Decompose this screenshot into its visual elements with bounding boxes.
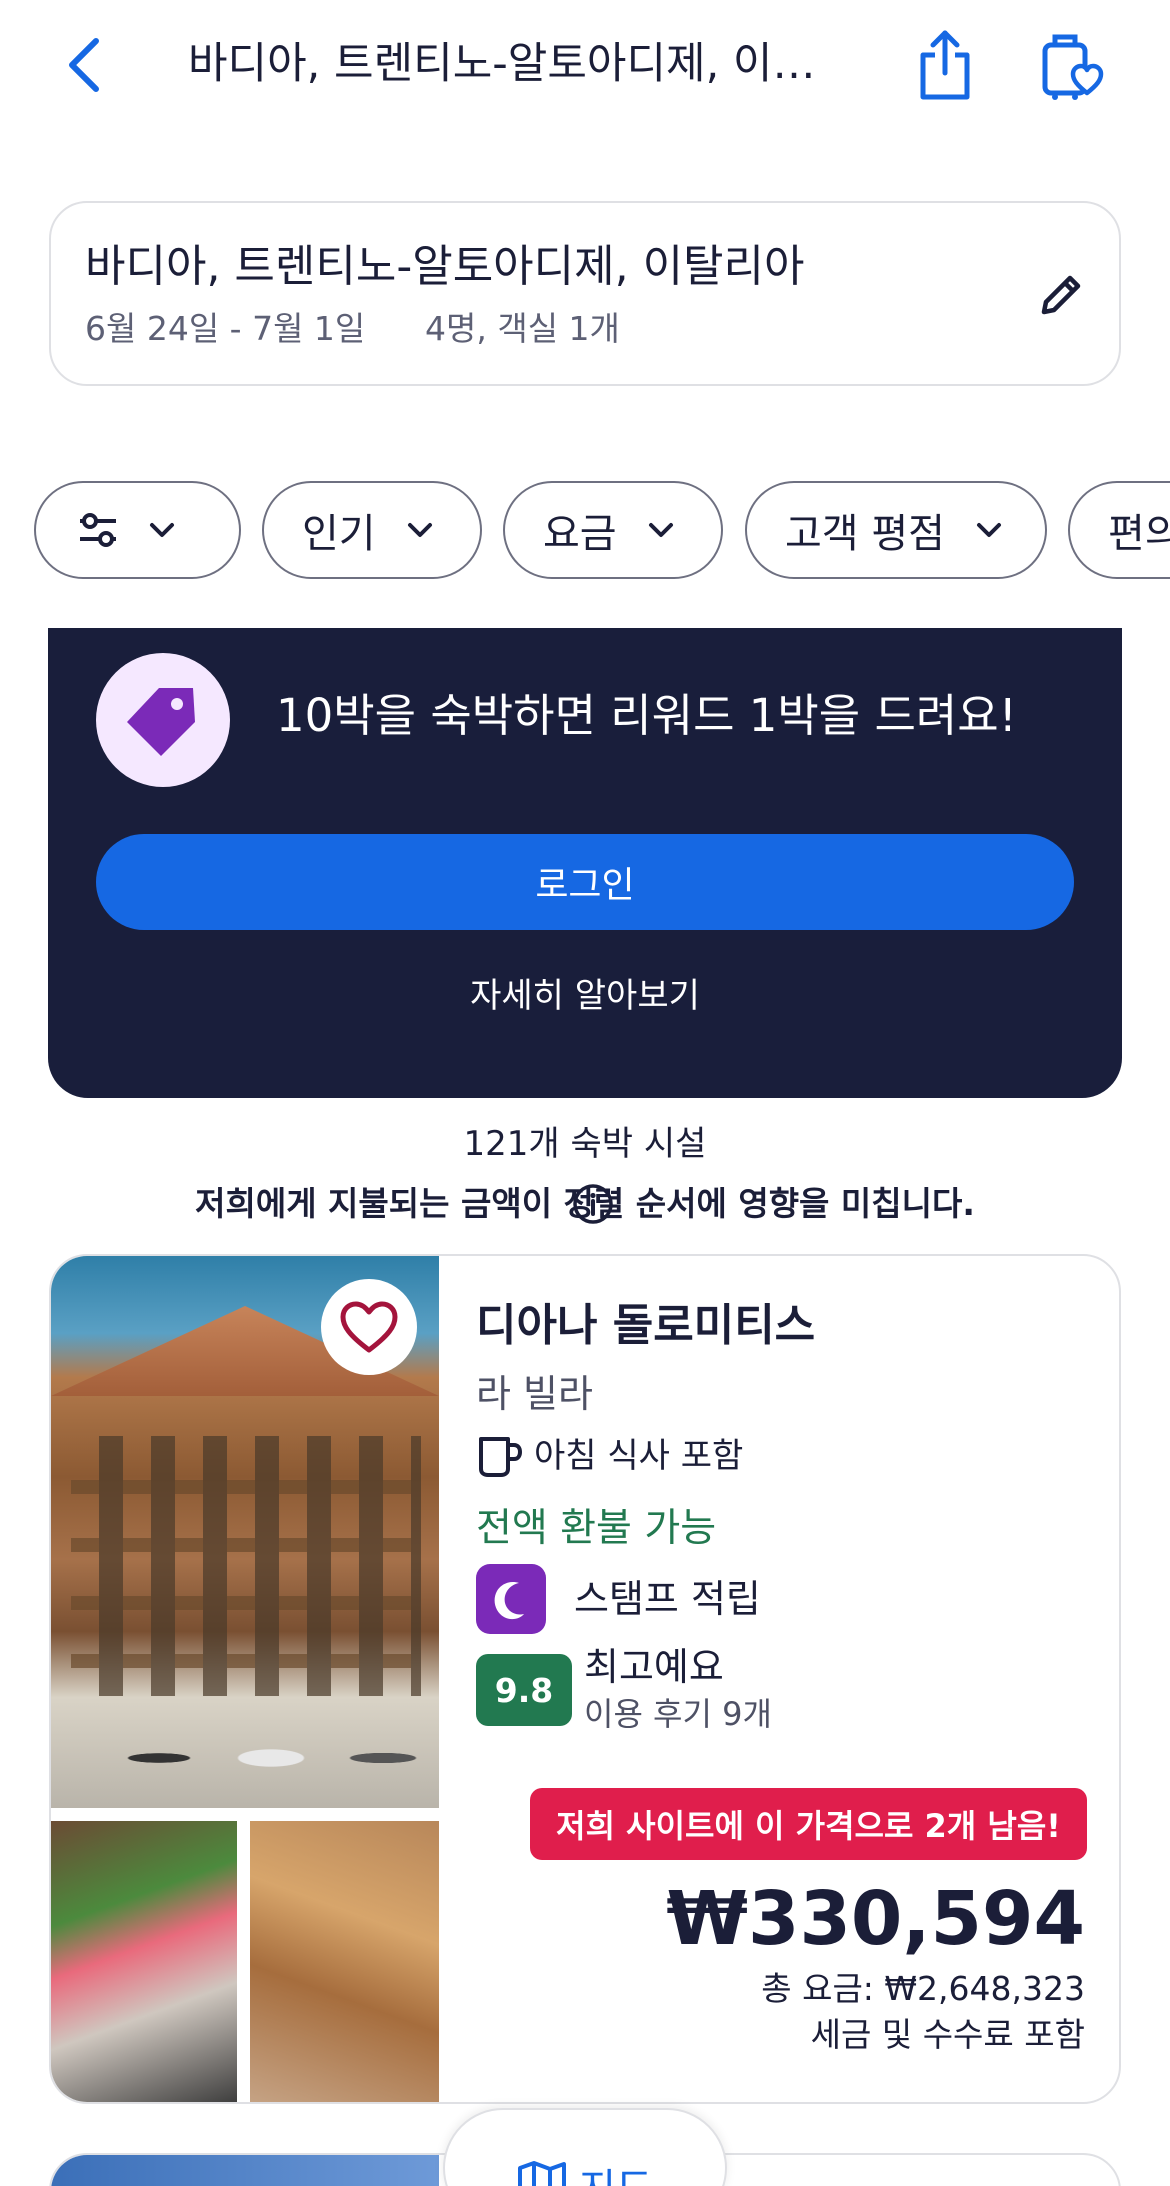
search-summary[interactable]: 바디아, 트렌티노-알토아디제, 이탈리아 6월 24일 - 7월 1일 4명,…	[49, 201, 1121, 386]
chip-label: 요금	[543, 511, 617, 557]
breakfast-included: 아침 식사 포함	[476, 1432, 743, 1480]
share-icon	[920, 30, 970, 100]
amenities-chip[interactable]: 편의	[1068, 481, 1170, 579]
trips-heart-icon	[1042, 34, 1104, 100]
heart-icon	[340, 1301, 398, 1353]
trips-button[interactable]	[1036, 26, 1108, 106]
breakfast-label: 아침 식사 포함	[534, 1436, 744, 1476]
total-price: 총 요금: ₩2,648,323	[761, 1969, 1085, 2008]
map-icon	[517, 2160, 567, 2186]
chevron-down-icon	[148, 521, 176, 539]
map-button[interactable]: 지도	[443, 2108, 727, 2186]
filter-settings-chip[interactable]	[34, 481, 241, 579]
price-chip[interactable]: 요금	[503, 481, 723, 579]
guest-rating-chip[interactable]: 고객 평점	[745, 481, 1047, 579]
review-count: 이용 후기 9개	[584, 1695, 772, 1733]
urgency-badge: 저희 사이트에 이 가격으로 2개 남음!	[530, 1788, 1087, 1860]
property-area: 라 빌라	[476, 1372, 593, 1416]
edit-search-button[interactable]	[1031, 265, 1091, 325]
sort-popular-chip[interactable]: 인기	[262, 481, 482, 579]
rewards-banner: 10박을 숙박하면 리워드 1박을 드려요! 로그인 자세히 알아보기	[48, 628, 1122, 1098]
refund-policy: 전액 환불 가능	[476, 1506, 717, 1551]
coffee-cup-icon	[476, 1433, 524, 1479]
nightly-price: ₩330,594	[666, 1876, 1085, 1962]
top-bar: 바디아, 트렌티노-알토아디제, 이…	[0, 0, 1170, 140]
tag-icon	[127, 688, 195, 756]
page-title: 바디아, 트렌티노-알토아디제, 이…	[188, 39, 816, 89]
back-chevron-icon	[69, 38, 99, 92]
search-destination: 바디아, 트렌티노-알토아디제, 이탈리아	[85, 241, 805, 292]
rewards-message: 10박을 숙박하면 리워드 1박을 드려요!	[276, 689, 1017, 742]
property-name[interactable]: 디아나 돌로미티스	[476, 1296, 815, 1356]
property-photo-thumb[interactable]	[250, 1821, 439, 2102]
back-button[interactable]	[58, 30, 110, 100]
sort-disclosure: 저희에게 지불되는 금액이 정렬 순서에 영향을 미칩니다.	[0, 1180, 1170, 1228]
pencil-icon	[1041, 275, 1081, 315]
map-button-label: 지도	[579, 2156, 653, 2186]
moon-icon	[476, 1564, 546, 1634]
property-photo-main[interactable]	[51, 2155, 439, 2186]
search-guests: 4명, 객실 1개	[425, 309, 620, 348]
tax-note: 세금 및 수수료 포함	[810, 2015, 1085, 2054]
sliders-icon	[80, 513, 116, 547]
chevron-down-icon	[406, 521, 434, 539]
property-photo-thumb[interactable]	[51, 1821, 237, 2102]
result-count: 121개 숙박 시설	[463, 1124, 707, 1164]
rewards-badge	[96, 653, 230, 787]
chevron-down-icon	[647, 521, 675, 539]
stamp-label: 스탬프 적립	[574, 1577, 761, 1621]
chip-label: 편의	[1108, 511, 1170, 557]
chip-label: 고객 평점	[785, 511, 945, 557]
filter-chips: 인기 요금 고객 평점 편의	[0, 481, 1170, 581]
search-dates: 6월 24일 - 7월 1일	[85, 309, 366, 348]
learn-more-link[interactable]: 자세히 알아보기	[48, 972, 1122, 1020]
property-card[interactable]: 디아나 돌로미티스 라 빌라 아침 식사 포함 전액 환불 가능 스탬프 적립 …	[49, 1254, 1121, 2104]
rating-score: 9.8	[476, 1654, 572, 1726]
chevron-down-icon	[975, 521, 1003, 539]
login-button[interactable]: 로그인	[96, 834, 1074, 930]
info-icon[interactable]	[572, 1183, 614, 1225]
stamp-rewards: 스탬프 적립	[476, 1564, 761, 1634]
rating-label: 최고예요	[584, 1645, 724, 1689]
favorite-button[interactable]	[321, 1279, 417, 1375]
share-button[interactable]	[910, 24, 980, 106]
chip-label: 인기	[302, 511, 376, 557]
